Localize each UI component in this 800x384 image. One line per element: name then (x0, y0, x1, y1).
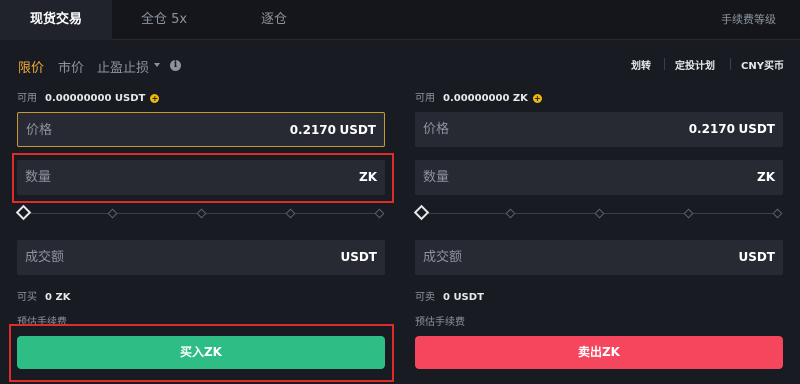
slider-step-75[interactable] (683, 208, 694, 219)
slider-step-100[interactable] (772, 208, 783, 219)
price-label: 价格 (26, 123, 53, 138)
tab-cross-margin[interactable]: 全仓 5x (118, 0, 210, 40)
price-label: 价格 (423, 122, 450, 137)
buy-price-field[interactable]: 价格 0.2170 USDT (17, 112, 385, 147)
plus-circle-icon[interactable]: + (150, 94, 160, 103)
max-buy-row: 可买 0 ZK (17, 288, 70, 303)
slider-handle[interactable] (413, 204, 430, 221)
buy-available-row: 可用 0.00000000 USDT + (17, 92, 160, 106)
buy-total-field[interactable]: 成交额 USDT (17, 240, 385, 275)
sell-quantity-field[interactable]: 数量 ZK (415, 160, 783, 195)
buy-quantity-field[interactable]: 数量 ZK (17, 160, 385, 195)
total-unit: USDT (340, 250, 377, 264)
sell-amount-slider[interactable] (413, 204, 783, 224)
link-divider (730, 58, 731, 70)
trade-mode-tabs: 现货交易 全仓 5x 逐仓 手续费等级 (0, 0, 800, 40)
sell-panel: 可用 0.00000000 ZK + 价格 0.2170 USDT 数量 ZK 成交… (413, 84, 787, 384)
order-type-stop[interactable]: 止盈止损 (97, 57, 149, 76)
buy-amount-slider[interactable] (15, 204, 385, 224)
available-balance: 0.00000000 ZK (443, 93, 528, 104)
tab-spot-trading[interactable]: 现货交易 (0, 0, 112, 40)
available-label: 可用 (17, 93, 37, 104)
info-circle-icon[interactable]: i (170, 60, 181, 71)
max-buy-value: 0 ZK (45, 292, 71, 303)
buy-button[interactable]: 买入ZK (17, 336, 385, 369)
sell-available-row: 可用 0.00000000 ZK + (415, 92, 542, 106)
slider-step-75[interactable] (285, 208, 296, 219)
total-unit: USDT (738, 250, 775, 264)
slider-step-50[interactable] (196, 208, 207, 219)
order-type-limit[interactable]: 限价 (18, 57, 44, 76)
max-sell-label: 可卖 (415, 292, 435, 303)
order-type-market[interactable]: 市价 (58, 57, 84, 76)
tab-isolated-margin[interactable]: 逐仓 (230, 0, 318, 40)
slider-step-25[interactable] (505, 208, 516, 219)
estimated-fee-label: 预估手续费 (415, 317, 465, 328)
estimated-fee-label: 预估手续费 (17, 317, 67, 328)
price-value[interactable]: 0.2170 (689, 112, 735, 147)
sell-price-field[interactable]: 价格 0.2170 USDT (415, 112, 783, 147)
quantity-unit: ZK (757, 170, 775, 184)
fee-level-link[interactable]: 手续费等级 (721, 0, 776, 40)
max-sell-value: 0 USDT (443, 292, 484, 303)
estimated-fee-row: 预估手续费 (415, 313, 465, 328)
sell-button[interactable]: 卖出ZK (415, 336, 783, 369)
available-balance: 0.00000000 USDT (45, 93, 146, 104)
estimated-fee-row: 预估手续费 (17, 313, 67, 328)
available-label: 可用 (415, 93, 435, 104)
sell-total-field[interactable]: 成交额 USDT (415, 240, 783, 275)
plus-circle-icon[interactable]: + (532, 94, 542, 103)
dca-plan-link[interactable]: 定投计划 (675, 57, 715, 72)
max-buy-label: 可买 (17, 292, 37, 303)
price-unit: USDT (339, 123, 376, 137)
total-label: 成交额 (423, 250, 463, 265)
max-sell-row: 可卖 0 USDT (415, 288, 484, 303)
chevron-down-icon[interactable] (154, 63, 160, 67)
total-label: 成交额 (25, 250, 65, 265)
slider-step-25[interactable] (107, 208, 118, 219)
slider-step-50[interactable] (594, 208, 605, 219)
quantity-unit: ZK (359, 170, 377, 184)
transfer-link[interactable]: 划转 (631, 57, 651, 72)
cny-buy-link[interactable]: CNY买币 (741, 57, 784, 72)
buy-panel: 可用 0.00000000 USDT + 价格 0.2170 USDT 数量 ZK … (15, 84, 389, 384)
price-unit: USDT (738, 122, 775, 136)
slider-handle[interactable] (15, 204, 32, 221)
slider-step-100[interactable] (374, 208, 385, 219)
price-value[interactable]: 0.2170 (290, 113, 336, 148)
quantity-label: 数量 (423, 170, 450, 185)
quantity-label: 数量 (25, 170, 52, 185)
link-divider (664, 58, 665, 70)
